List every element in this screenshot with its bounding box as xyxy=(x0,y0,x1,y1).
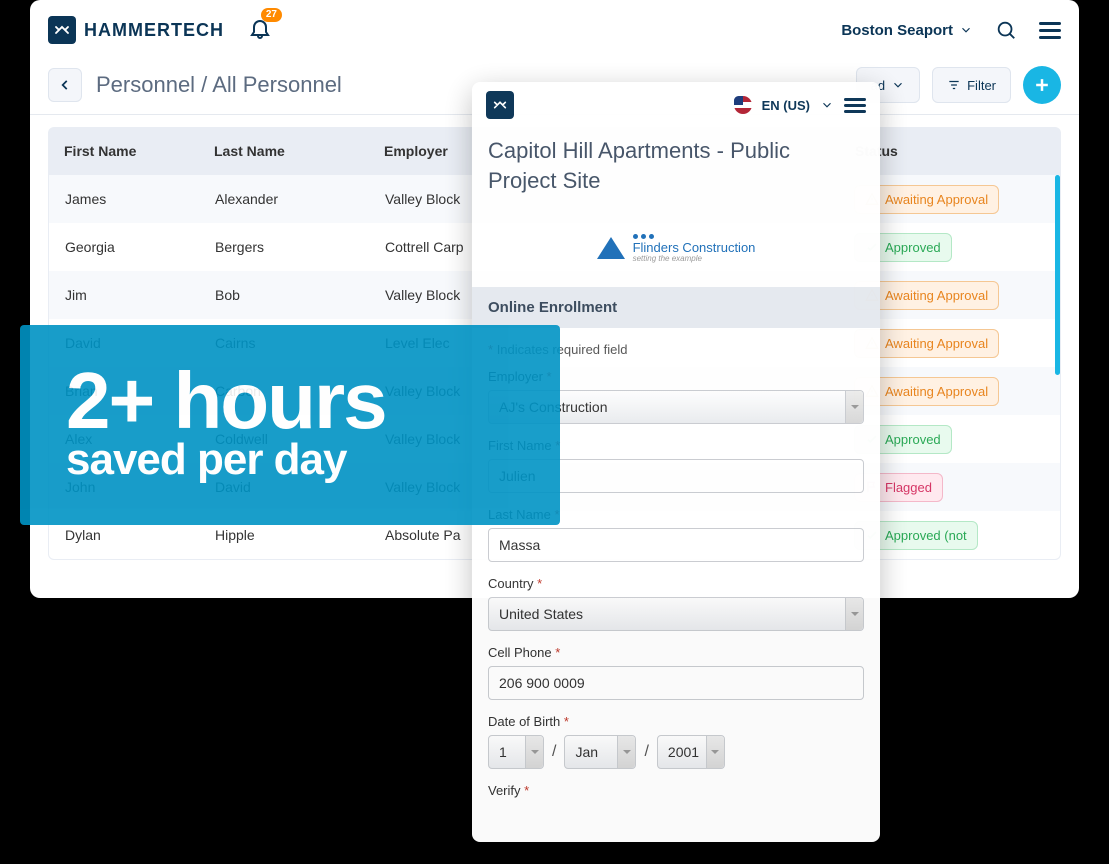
filter-button[interactable]: Filter xyxy=(932,67,1011,103)
notifications-button[interactable]: 27 xyxy=(248,16,272,45)
dob-label: Date of Birth * xyxy=(488,714,864,729)
cell-last: Alexander xyxy=(215,191,385,207)
topbar: HAMMERTECH 27 Boston Seaport xyxy=(30,0,1079,60)
menu-button[interactable] xyxy=(1039,22,1061,39)
col-status: Status xyxy=(855,143,1045,159)
language-selector[interactable]: EN (US) xyxy=(762,98,810,113)
location-label: Boston Seaport xyxy=(841,22,953,39)
mobile-menu-button[interactable] xyxy=(844,98,866,113)
chevron-down-icon xyxy=(959,23,973,37)
promo-banner: 2+ hours saved per day xyxy=(20,325,560,525)
flag-icon xyxy=(734,96,752,114)
cell-last: Bob xyxy=(215,287,385,303)
site-logo-sub: setting the example xyxy=(633,254,756,263)
banner-subline: saved per day xyxy=(66,435,514,485)
cell-last: Hipple xyxy=(215,527,385,543)
dob-year-select[interactable]: 2001 xyxy=(657,735,725,769)
chevron-left-icon xyxy=(58,78,72,92)
back-button[interactable] xyxy=(48,68,82,102)
cell-first: Dylan xyxy=(65,527,215,543)
country-label: Country * xyxy=(488,576,864,591)
triangle-icon xyxy=(597,237,625,259)
search-icon[interactable] xyxy=(995,19,1017,41)
dob-month-select[interactable]: Jan xyxy=(564,735,636,769)
cell-first: Jim xyxy=(65,287,215,303)
country-select[interactable]: United States xyxy=(488,597,864,631)
banner-headline: 2+ hours xyxy=(66,365,514,437)
cell-first: Georgia xyxy=(65,239,215,255)
phone-input[interactable] xyxy=(488,666,864,700)
cell-last: Bergers xyxy=(215,239,385,255)
section-heading: Online Enrollment xyxy=(472,287,880,328)
location-dropdown[interactable]: Boston Seaport xyxy=(841,22,973,39)
cell-first: James xyxy=(65,191,215,207)
add-button[interactable] xyxy=(1023,66,1061,104)
verify-label: Verify * xyxy=(488,783,864,798)
site-logo-text: Flinders Construction xyxy=(633,241,756,254)
site-logo: Flinders Construction setting the exampl… xyxy=(472,209,880,287)
phone-label: Cell Phone * xyxy=(488,645,864,660)
mobile-logo-icon xyxy=(486,91,514,119)
col-last: Last Name xyxy=(214,143,384,159)
chevron-down-icon xyxy=(891,78,905,92)
last-name-input[interactable] xyxy=(488,528,864,562)
dob-day-select[interactable]: 1 xyxy=(488,735,544,769)
filter-label: Filter xyxy=(967,78,996,93)
plus-icon xyxy=(1032,75,1052,95)
breadcrumb: Personnel / All Personnel xyxy=(96,72,342,98)
notification-badge: 27 xyxy=(261,8,282,22)
col-first: First Name xyxy=(64,143,214,159)
chevron-down-icon xyxy=(820,98,834,112)
mobile-topbar: EN (US) xyxy=(472,82,880,128)
brand-text: HAMMERTECH xyxy=(84,20,224,41)
project-title: Capitol Hill Apartments - Public Project… xyxy=(472,128,880,209)
scrollbar[interactable] xyxy=(1055,175,1060,375)
logo-icon xyxy=(48,16,76,44)
filter-icon xyxy=(947,78,961,92)
